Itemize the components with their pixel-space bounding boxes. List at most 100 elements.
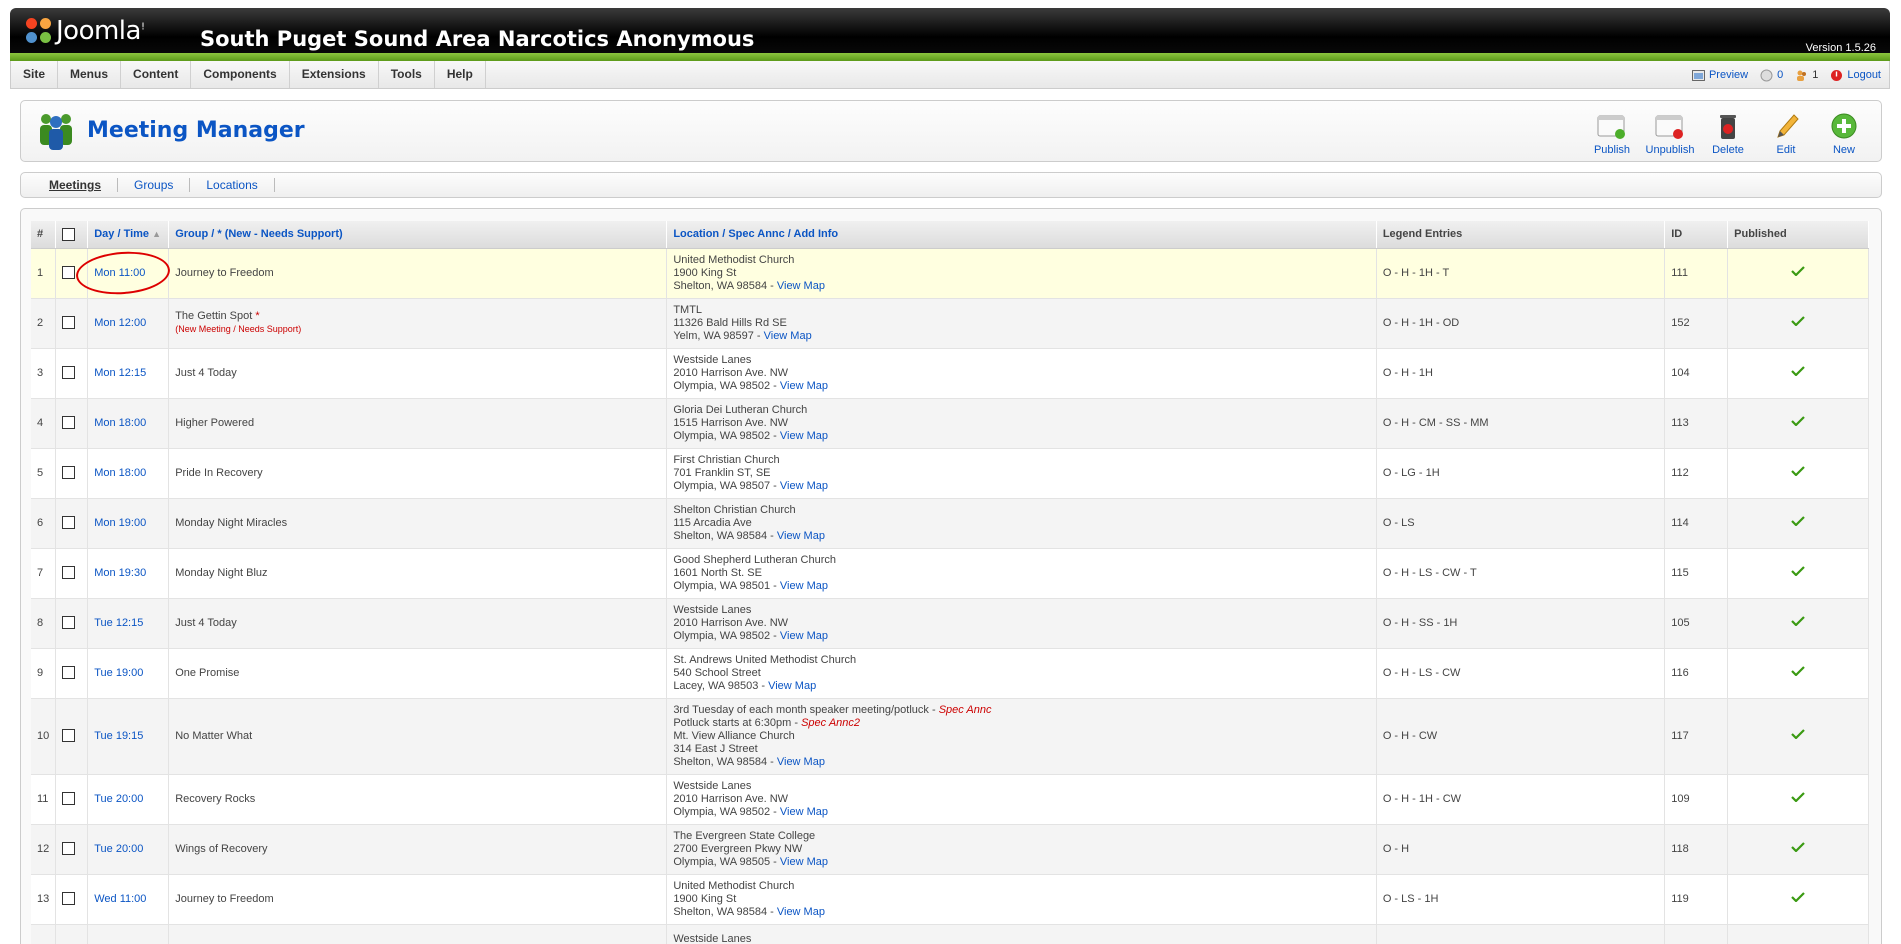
view-map-link[interactable]: View Map bbox=[764, 330, 812, 342]
submenu-meetings[interactable]: Meetings bbox=[33, 178, 119, 192]
unpublish-button[interactable]: Unpublish bbox=[1641, 111, 1699, 156]
row-checkbox[interactable] bbox=[62, 466, 76, 480]
preview-link[interactable]: Preview bbox=[1691, 69, 1748, 82]
day-time-link[interactable]: Mon 12:00 bbox=[94, 317, 146, 329]
row-number: 8 bbox=[31, 598, 57, 649]
day-time-cell: Tue 20:00 bbox=[87, 774, 170, 825]
day-time-link[interactable]: Mon 11:00 bbox=[94, 267, 145, 279]
published-check-icon[interactable] bbox=[1791, 316, 1805, 326]
published-check-icon[interactable] bbox=[1791, 729, 1805, 739]
row-checkbox[interactable] bbox=[62, 366, 76, 380]
table-row: 12 Tue 20:00 Wings of Recovery The Evergree… bbox=[31, 824, 1869, 875]
published-check-icon[interactable] bbox=[1791, 892, 1805, 902]
day-time-link[interactable]: Wed 11:00 bbox=[94, 893, 146, 905]
table-row: 4 Mon 18:00 Higher Powered Gloria Dei Luthe… bbox=[31, 398, 1869, 449]
day-time-link[interactable]: Tue 20:00 bbox=[94, 843, 143, 855]
unpublish-icon bbox=[1655, 115, 1683, 139]
view-map-link[interactable]: View Map bbox=[780, 430, 828, 442]
view-map-link[interactable]: View Map bbox=[780, 806, 828, 818]
menu-site[interactable]: Site bbox=[11, 61, 59, 88]
day-time-link[interactable]: Mon 19:00 bbox=[94, 517, 146, 529]
day-time-link[interactable]: Tue 19:00 bbox=[94, 667, 143, 679]
publish-button[interactable]: Publish bbox=[1583, 111, 1641, 156]
row-checkbox[interactable] bbox=[62, 616, 76, 630]
row-checkbox[interactable] bbox=[62, 892, 76, 906]
legend-cell bbox=[1376, 924, 1666, 944]
published-check-icon[interactable] bbox=[1791, 416, 1805, 426]
header-day-time[interactable]: Day / Time ▲ bbox=[87, 221, 170, 249]
view-map-link[interactable]: View Map bbox=[780, 856, 828, 868]
day-time-link[interactable]: Mon 12:15 bbox=[94, 367, 146, 379]
location-name: Westside Lanes bbox=[673, 779, 752, 792]
published-check-icon[interactable] bbox=[1791, 366, 1805, 376]
legend-cell: O - LS - 1H bbox=[1376, 874, 1666, 925]
published-check-icon[interactable] bbox=[1791, 616, 1805, 626]
day-time-link[interactable]: Tue 20:00 bbox=[94, 793, 143, 805]
row-checkbox[interactable] bbox=[62, 516, 76, 530]
row-checkbox[interactable] bbox=[62, 842, 76, 856]
logout-link[interactable]: Logout bbox=[1830, 69, 1881, 82]
row-checkbox[interactable] bbox=[62, 416, 76, 430]
day-time-link[interactable]: Tue 12:15 bbox=[94, 617, 143, 629]
row-checkbox[interactable] bbox=[62, 729, 76, 743]
row-checkbox[interactable] bbox=[62, 792, 76, 806]
messages-link[interactable]: 0 bbox=[1760, 69, 1783, 82]
header-group[interactable]: Group / * (New - Needs Support) bbox=[168, 221, 668, 249]
location-city: Shelton, WA 98584 - bbox=[673, 905, 777, 918]
published-check-icon[interactable] bbox=[1791, 842, 1805, 852]
needs-support-asterisk: * bbox=[255, 310, 260, 322]
menu-help[interactable]: Help bbox=[435, 61, 486, 88]
submenu-groups[interactable]: Groups bbox=[118, 178, 191, 192]
location-city: Olympia, WA 98507 - bbox=[673, 479, 780, 492]
delete-button[interactable]: Delete bbox=[1699, 111, 1757, 156]
row-checkbox[interactable] bbox=[62, 316, 76, 330]
menu-extensions[interactable]: Extensions bbox=[290, 61, 379, 88]
location-city: Shelton, WA 98584 - bbox=[673, 755, 777, 768]
menu-menus[interactable]: Menus bbox=[58, 61, 122, 88]
day-time-link[interactable]: Mon 19:30 bbox=[94, 567, 146, 579]
view-map-link[interactable]: View Map bbox=[777, 530, 825, 542]
view-map-link[interactable]: View Map bbox=[780, 380, 828, 392]
day-time-link[interactable]: Mon 18:00 bbox=[94, 417, 146, 429]
spec-annc-link[interactable]: Spec Annc bbox=[939, 704, 992, 716]
menu-tools[interactable]: Tools bbox=[379, 61, 435, 88]
select-all-checkbox[interactable] bbox=[62, 227, 76, 241]
day-time-cell: Mon 19:30 bbox=[87, 548, 170, 599]
published-check-icon[interactable] bbox=[1791, 516, 1805, 526]
submenu-locations[interactable]: Locations bbox=[190, 178, 275, 192]
menu-content[interactable]: Content bbox=[121, 61, 192, 88]
published-check-icon[interactable] bbox=[1791, 466, 1805, 476]
row-checkbox[interactable] bbox=[62, 266, 76, 280]
row-checkbox[interactable] bbox=[62, 666, 76, 680]
published-check-icon[interactable] bbox=[1791, 792, 1805, 802]
id-cell: 114 bbox=[1664, 498, 1729, 549]
spec-annc2-link[interactable]: Spec Annc2 bbox=[801, 717, 860, 729]
users-count: 1 bbox=[1812, 69, 1819, 81]
published-check-icon[interactable] bbox=[1791, 666, 1805, 676]
menu-components[interactable]: Components bbox=[191, 61, 290, 88]
view-map-link[interactable]: View Map bbox=[780, 480, 828, 492]
group-cell: Just 4 Today bbox=[168, 348, 668, 399]
joomla-logo: Joomla! bbox=[26, 14, 145, 48]
day-time-link[interactable]: Mon 18:00 bbox=[94, 467, 146, 479]
view-map-link[interactable]: View Map bbox=[777, 280, 825, 292]
toolbar: Publish Unpublish Delete Edit New bbox=[1583, 111, 1873, 156]
published-check-icon[interactable] bbox=[1791, 266, 1805, 276]
view-map-link[interactable]: View Map bbox=[780, 580, 828, 592]
view-map-link[interactable]: View Map bbox=[777, 906, 825, 918]
row-checkbox-cell bbox=[55, 498, 89, 549]
edit-button[interactable]: Edit bbox=[1757, 111, 1815, 156]
published-check-icon[interactable] bbox=[1791, 566, 1805, 576]
group-cell: Journey to Freedom bbox=[168, 248, 668, 299]
header-location[interactable]: Location / Spec Annc / Add Info bbox=[666, 221, 1377, 249]
view-map-link[interactable]: View Map bbox=[780, 630, 828, 642]
day-time-link[interactable]: Tue 19:15 bbox=[94, 730, 143, 742]
view-map-link[interactable]: View Map bbox=[768, 680, 816, 692]
new-button[interactable]: New bbox=[1815, 111, 1873, 156]
row-checkbox[interactable] bbox=[62, 566, 76, 580]
location-city: Shelton, WA 98584 - bbox=[673, 529, 777, 542]
edit-label: Edit bbox=[1776, 144, 1796, 156]
header-legend: Legend Entries bbox=[1376, 221, 1666, 249]
group-cell: One Promise bbox=[168, 648, 668, 699]
view-map-link[interactable]: View Map bbox=[777, 756, 825, 768]
